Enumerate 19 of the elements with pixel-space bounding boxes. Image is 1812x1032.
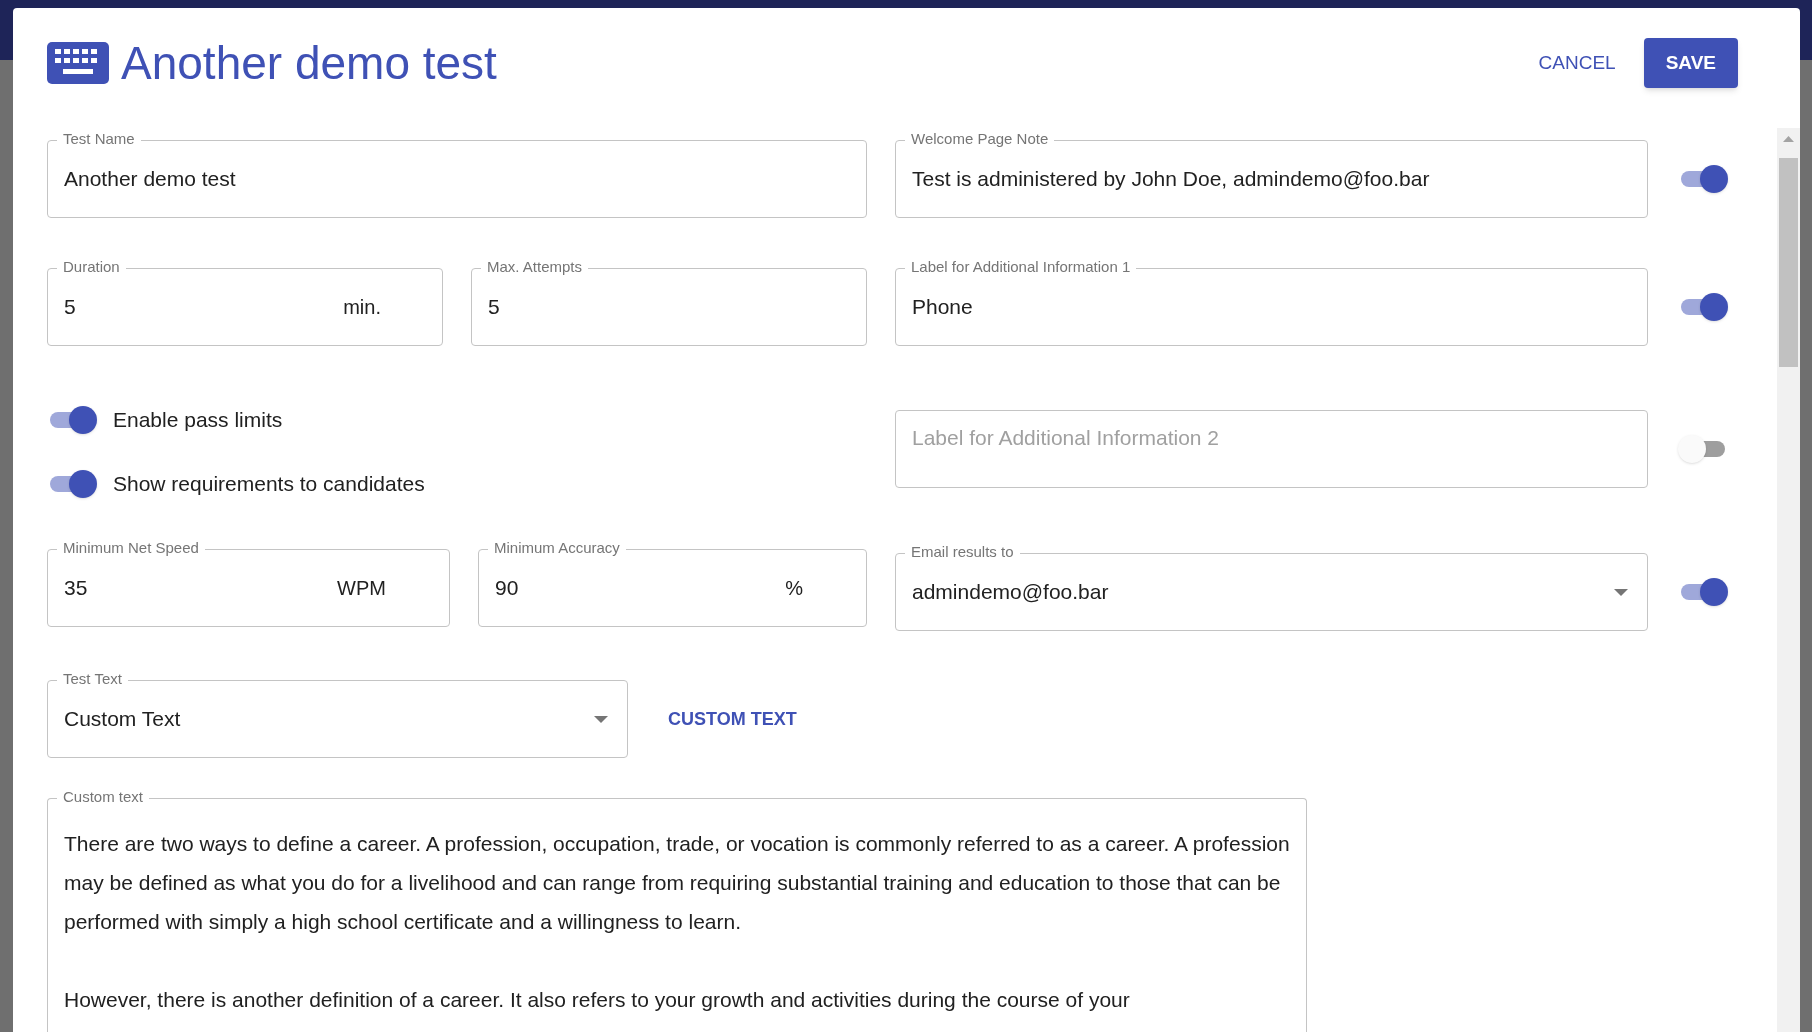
unit-label: WPM	[337, 576, 386, 601]
field-label: Welcome Page Note	[905, 130, 1055, 148]
dialog-title: Another demo test	[121, 40, 497, 86]
switch-label: Enable pass limits	[113, 407, 283, 434]
field-label: Minimum Accuracy	[488, 539, 626, 557]
field-label: Minimum Net Speed	[57, 539, 205, 557]
scrollbar-thumb[interactable]	[1779, 158, 1798, 367]
save-button[interactable]: SAVE	[1643, 38, 1738, 88]
paragraph: There are two ways to define a career. A profession, occupation, trade, or vocation is commonly referred to as a career. A profession may be defined as what you do for a livelihood and can range from requiring substantial training and education to those that can be performed with simply a high school certificate and a willingness to learn.	[64, 831, 1290, 935]
caret-icon	[1614, 589, 1628, 596]
switch-label: Show requirements to candidates	[113, 471, 425, 498]
text-field[interactable]: Label for Additional Information 2	[895, 410, 1648, 488]
cancel-button[interactable]: CANCEL	[1524, 38, 1630, 88]
paragraph: However, there is another definition of a career. It also refers to your growth and activities during the course of your	[64, 987, 1131, 1013]
unit-label: %	[785, 576, 803, 601]
custom-text-link[interactable]: CUSTOM TEXT	[668, 705, 797, 733]
keyboard-icon	[47, 42, 109, 84]
unit-label: min.	[343, 295, 381, 320]
caret-icon	[594, 716, 608, 723]
